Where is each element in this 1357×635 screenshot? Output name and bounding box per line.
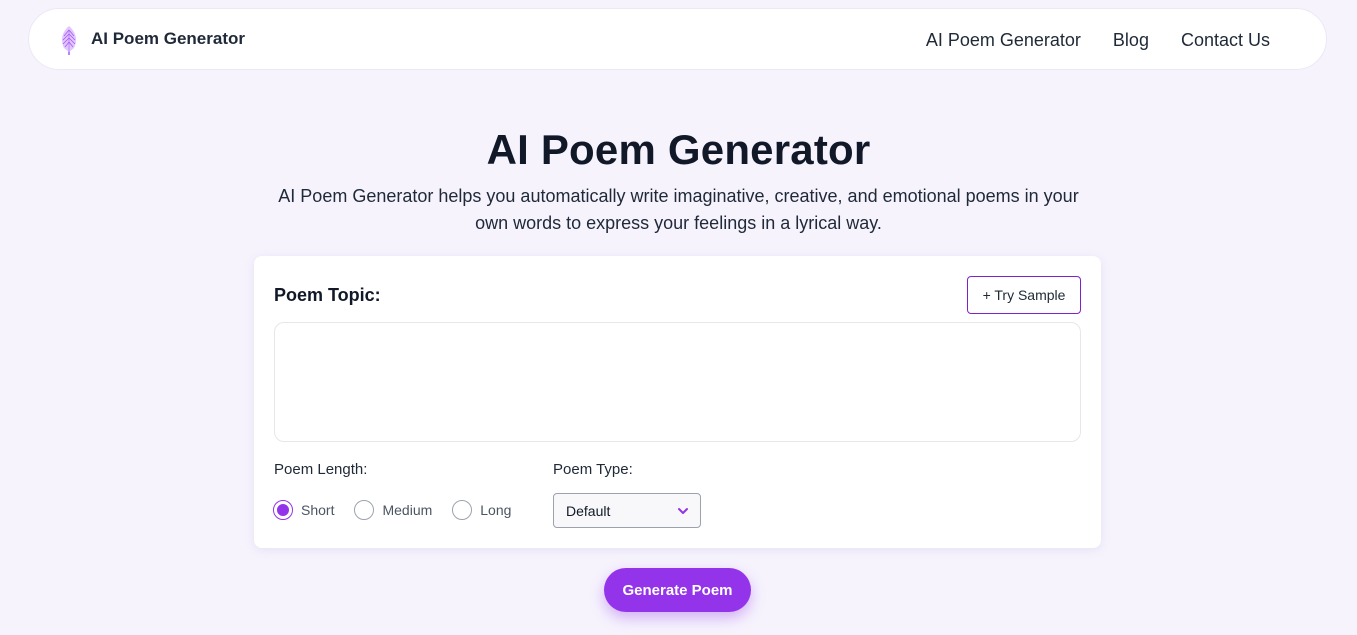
chevron-down-icon	[676, 504, 690, 518]
length-option-label: Long	[480, 502, 512, 518]
radio-unchecked-icon[interactable]	[354, 500, 375, 520]
poem-topic-label: Poem Topic:	[274, 285, 381, 305]
radio-checked-icon[interactable]	[273, 500, 293, 520]
poem-length-radio-group: Short Medium Long	[273, 500, 531, 520]
length-option-medium[interactable]: Medium	[354, 500, 432, 520]
generate-poem-button[interactable]: Generate Poem	[604, 568, 751, 612]
try-sample-button[interactable]: + Try Sample	[967, 276, 1081, 314]
page-description: AI Poem Generator helps you automaticall…	[278, 186, 1079, 233]
nav-link-ai-poem-generator[interactable]: AI Poem Generator	[926, 30, 1081, 51]
length-option-label: Short	[301, 502, 335, 518]
nav-link-blog[interactable]: Blog	[1113, 30, 1149, 51]
nav-links: AI Poem Generator Blog Contact Us	[926, 9, 1270, 71]
length-option-long[interactable]: Long	[452, 500, 511, 520]
nav-link-contact-us[interactable]: Contact Us	[1181, 30, 1270, 51]
brand[interactable]: AI Poem Generator	[55, 21, 245, 57]
poem-form-card: Poem Topic: + Try Sample Poem Length: Sh…	[254, 256, 1101, 548]
radio-unchecked-icon[interactable]	[452, 500, 473, 520]
feather-icon	[55, 21, 83, 57]
poem-length-label: Poem Length:	[274, 461, 368, 478]
page-title: AI Poem Generator	[486, 126, 871, 173]
length-option-short[interactable]: Short	[273, 500, 334, 520]
poem-type-selected-value: Default	[566, 502, 611, 519]
poem-type-label: Poem Type:	[553, 461, 633, 478]
poem-topic-input[interactable]	[274, 322, 1081, 442]
poem-type-select[interactable]: Default	[553, 493, 701, 528]
brand-name: AI Poem Generator	[91, 29, 245, 48]
length-option-label: Medium	[382, 502, 433, 518]
top-navbar: AI Poem Generator AI Poem Generator Blog…	[28, 8, 1327, 70]
